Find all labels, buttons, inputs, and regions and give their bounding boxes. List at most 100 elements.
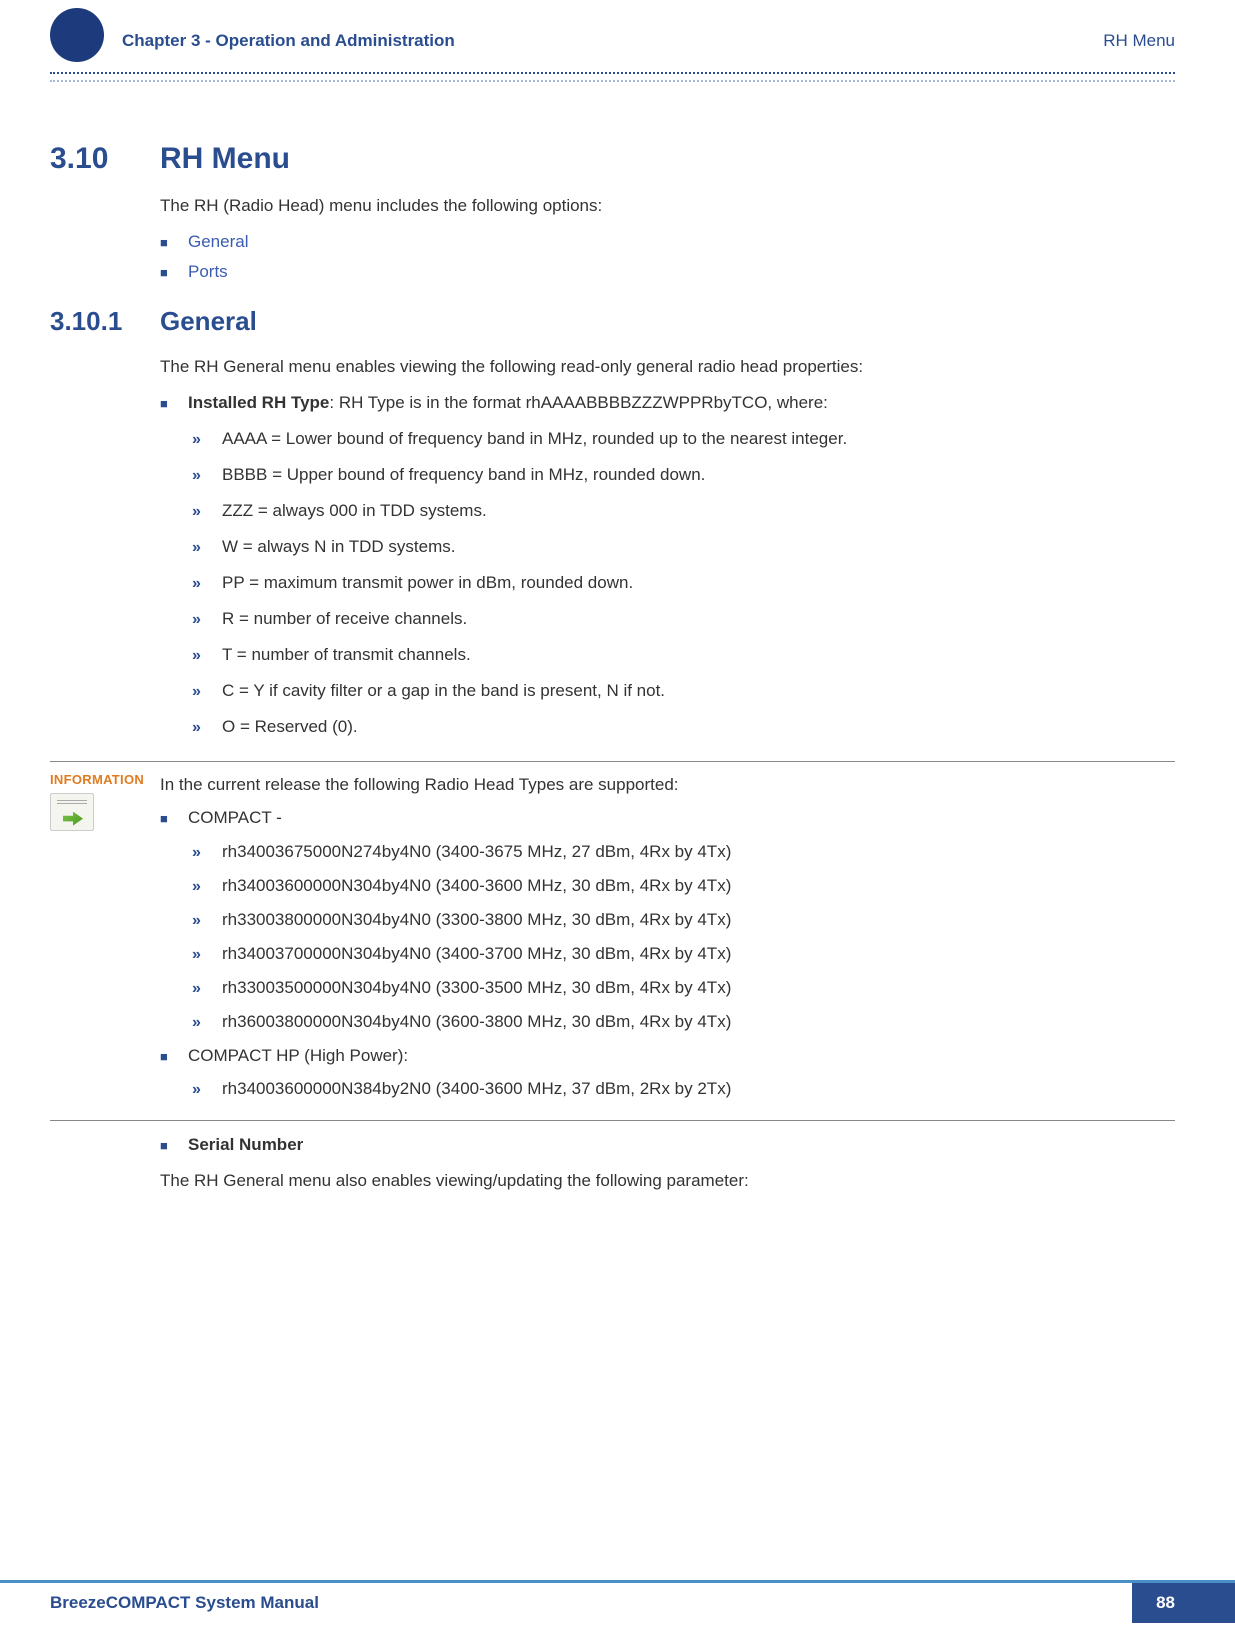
list-item: »ZZZ = always 000 in TDD systems. [192,501,1175,521]
content-area: 3.10 RH Menu The RH (Radio Head) menu in… [160,142,1175,1193]
information-label: INFORMATION [50,772,160,787]
subsection-heading: 3.10.1 General [160,306,1175,337]
chevron-icon: » [192,683,222,701]
rh-type-item: rh33003800000N304by4N0 (3300-3800 MHz, 3… [222,907,731,933]
format-field-list: »AAAA = Lower bound of frequency band in… [192,429,1175,737]
field-desc: BBBB = Upper bound of frequency band in … [222,465,705,485]
chevron-icon: » [192,647,222,665]
chevron-icon: » [192,841,222,865]
link-general[interactable]: General [188,232,248,252]
info-compact-list: ■ COMPACT - [160,805,1175,831]
section-heading: 3.10 RH Menu [160,142,1175,176]
field-desc: AAAA = Lower bound of frequency band in … [222,429,847,449]
list-item: ■ Serial Number [160,1135,1175,1155]
field-desc: PP = maximum transmit power in dBm, roun… [222,573,633,593]
section-number: 3.10 [50,142,160,176]
rh-type-item: rh34003600000N304by4N0 (3400-3600 MHz, 3… [222,873,731,899]
list-item: »rh34003675000N274by4N0 (3400-3675 MHz, … [192,839,1175,865]
page-header: Chapter 3 - Operation and Administration… [50,20,1175,74]
chevron-icon: » [192,467,222,485]
list-item: »T = number of transmit channels. [192,645,1175,665]
list-item: »rh33003500000N304by4N0 (3300-3500 MHz, … [192,975,1175,1001]
footer-page-number: 88 [1132,1583,1235,1623]
field-desc: O = Reserved (0). [222,717,358,737]
footer-manual-title: BreezeCOMPACT System Manual [0,1583,1132,1623]
compact-items: »rh34003675000N274by4N0 (3400-3675 MHz, … [192,839,1175,1035]
list-item: ■ Ports [160,262,1175,282]
property-list: ■ Installed RH Type: RH Type is in the f… [160,393,1175,413]
list-item: »rh34003600000N384by2N0 (3400-3600 MHz, … [192,1076,1175,1102]
chapter-title: Chapter 3 - Operation and Administration [122,31,1103,51]
chevron-icon: » [192,503,222,521]
chevron-icon: » [192,875,222,899]
link-ports[interactable]: Ports [188,262,228,282]
field-desc: W = always N in TDD systems. [222,537,455,557]
field-desc: T = number of transmit channels. [222,645,471,665]
serial-number-list: ■ Serial Number [160,1135,1175,1155]
installed-rh-type-line: Installed RH Type: RH Type is in the for… [188,393,828,413]
info-hp-list: ■ COMPACT HP (High Power): [160,1043,1175,1069]
list-item: »AAAA = Lower bound of frequency band in… [192,429,1175,449]
chevron-icon: » [192,943,222,967]
serial-followup-text: The RH General menu also enables viewing… [160,1169,1175,1193]
list-item: »rh34003600000N304by4N0 (3400-3600 MHz, … [192,873,1175,899]
list-item: ■ Installed RH Type: RH Type is in the f… [160,393,1175,413]
chevron-icon: » [192,431,222,449]
list-item: »rh34003700000N304by4N0 (3400-3700 MHz, … [192,941,1175,967]
page: Chapter 3 - Operation and Administration… [0,0,1235,1580]
header-ornament-circle [50,8,104,62]
info-body: In the current release the following Rad… [160,772,1175,1111]
installed-rh-type-text: : RH Type is in the format rhAAAABBBBZZZ… [329,393,828,412]
section-link-list: ■ General ■ Ports [160,232,1175,282]
list-item: »W = always N in TDD systems. [192,537,1175,557]
square-bullet-icon: ■ [160,235,188,250]
list-item: »R = number of receive channels. [192,609,1175,629]
square-bullet-icon: ■ [160,1138,188,1153]
square-bullet-icon: ■ [160,265,188,280]
info-lead-text: In the current release the following Rad… [160,772,1175,798]
information-box: INFORMATION In the current release the f… [50,761,1175,1122]
page-footer: BreezeCOMPACT System Manual 88 [0,1580,1235,1623]
chevron-icon: » [192,1011,222,1035]
chevron-icon: » [192,575,222,593]
rh-type-item: rh34003675000N274by4N0 (3400-3675 MHz, 2… [222,839,731,865]
list-item: »rh33003800000N304by4N0 (3300-3800 MHz, … [192,907,1175,933]
list-item: »PP = maximum transmit power in dBm, rou… [192,573,1175,593]
list-item: ■ COMPACT - [160,805,1175,831]
list-item: »O = Reserved (0). [192,717,1175,737]
section-title: RH Menu [160,142,290,176]
installed-rh-type-label: Installed RH Type [188,393,329,412]
list-item: »BBBB = Upper bound of frequency band in… [192,465,1175,485]
field-desc: ZZZ = always 000 in TDD systems. [222,501,487,521]
chevron-icon: » [192,977,222,1001]
section-intro: The RH (Radio Head) menu includes the fo… [160,194,1175,218]
list-item: ■ COMPACT HP (High Power): [160,1043,1175,1069]
compact-label: COMPACT - [188,805,282,831]
chevron-icon: » [192,909,222,933]
list-item: »rh36003800000N304by4N0 (3600-3800 MHz, … [192,1009,1175,1035]
square-bullet-icon: ■ [160,396,188,411]
chevron-icon: » [192,1078,222,1102]
subsection-intro: The RH General menu enables viewing the … [160,355,1175,379]
field-desc: C = Y if cavity filter or a gap in the b… [222,681,665,701]
info-sidebar: INFORMATION [50,772,160,1111]
rh-type-item: rh33003500000N304by4N0 (3300-3500 MHz, 3… [222,975,731,1001]
rh-type-item: rh34003700000N304by4N0 (3400-3700 MHz, 3… [222,941,731,967]
subsection-number: 3.10.1 [50,306,160,337]
rh-type-item: rh34003600000N384by2N0 (3400-3600 MHz, 3… [222,1076,731,1102]
square-bullet-icon: ■ [160,809,188,829]
serial-number-label: Serial Number [188,1135,303,1155]
compact-hp-label: COMPACT HP (High Power): [188,1043,408,1069]
rh-type-item: rh36003800000N304by4N0 (3600-3800 MHz, 3… [222,1009,731,1035]
hp-items: »rh34003600000N384by2N0 (3400-3600 MHz, … [192,1076,1175,1102]
list-item: »C = Y if cavity filter or a gap in the … [192,681,1175,701]
subsection-title: General [160,306,257,337]
document-arrow-icon [50,793,94,831]
chevron-icon: » [192,719,222,737]
header-divider [50,80,1175,82]
chevron-icon: » [192,611,222,629]
field-desc: R = number of receive channels. [222,609,467,629]
chevron-icon: » [192,539,222,557]
list-item: ■ General [160,232,1175,252]
header-section-name: RH Menu [1103,31,1175,51]
